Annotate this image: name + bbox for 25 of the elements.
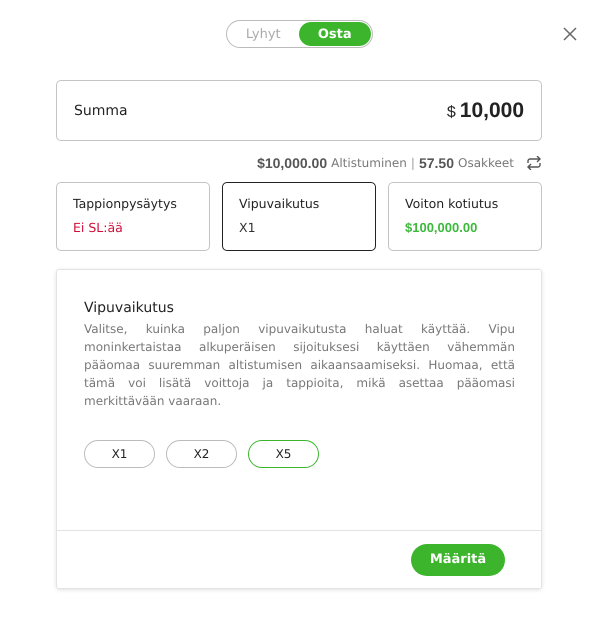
exposure-label: Altistuminen xyxy=(331,156,407,170)
swap-icon[interactable] xyxy=(526,156,542,170)
card-value: Ei SL:ää xyxy=(73,220,124,235)
panel-description: Valitse, kuinka paljon vipuvaikutusta haluat käyttää. Vipu moninkertaistaa alkuperäisen sijoituksesi käyttäen vähemmän pääomaa suuremman altistumisen aikaansaamiseksi. Huomaa, että tämä voi lisätä voittoja ja tappioita, mikä asettaa pääomasi merkittävään vaaraan. xyxy=(84,321,515,410)
separator: | xyxy=(410,156,415,170)
leverage-option[interactable]: X5 xyxy=(248,440,319,468)
card-title: Tappionpysäytys xyxy=(73,196,178,211)
close-icon[interactable] xyxy=(563,27,577,41)
amount-value: 10,000 xyxy=(460,98,524,122)
card-title: Voiton kotiutus xyxy=(405,196,500,211)
card-value: $100,000.00 xyxy=(405,220,478,235)
panel-title: Vipuvaikutus xyxy=(84,300,175,316)
currency-symbol: $ xyxy=(446,104,456,122)
settings-card[interactable]: Tappionpysäytys Ei SL:ää xyxy=(56,182,210,251)
settings-card[interactable]: Vipuvaikutus X1 xyxy=(222,182,376,251)
exposure-value: $10,000.00 xyxy=(257,155,328,171)
amount-field[interactable]: Summa $ 10,000 xyxy=(56,80,542,141)
amount-label: Summa xyxy=(74,102,128,118)
shares-value: 57.50 xyxy=(418,155,454,171)
leverage-option[interactable]: X2 xyxy=(166,440,237,468)
shares-label: Osakkeet xyxy=(458,156,514,170)
leverage-option[interactable]: X1 xyxy=(84,440,155,468)
card-value: X1 xyxy=(239,220,257,235)
card-title: Vipuvaikutus xyxy=(239,196,320,211)
settings-card[interactable]: Voiton kotiutus $100,000.00 xyxy=(388,182,542,251)
